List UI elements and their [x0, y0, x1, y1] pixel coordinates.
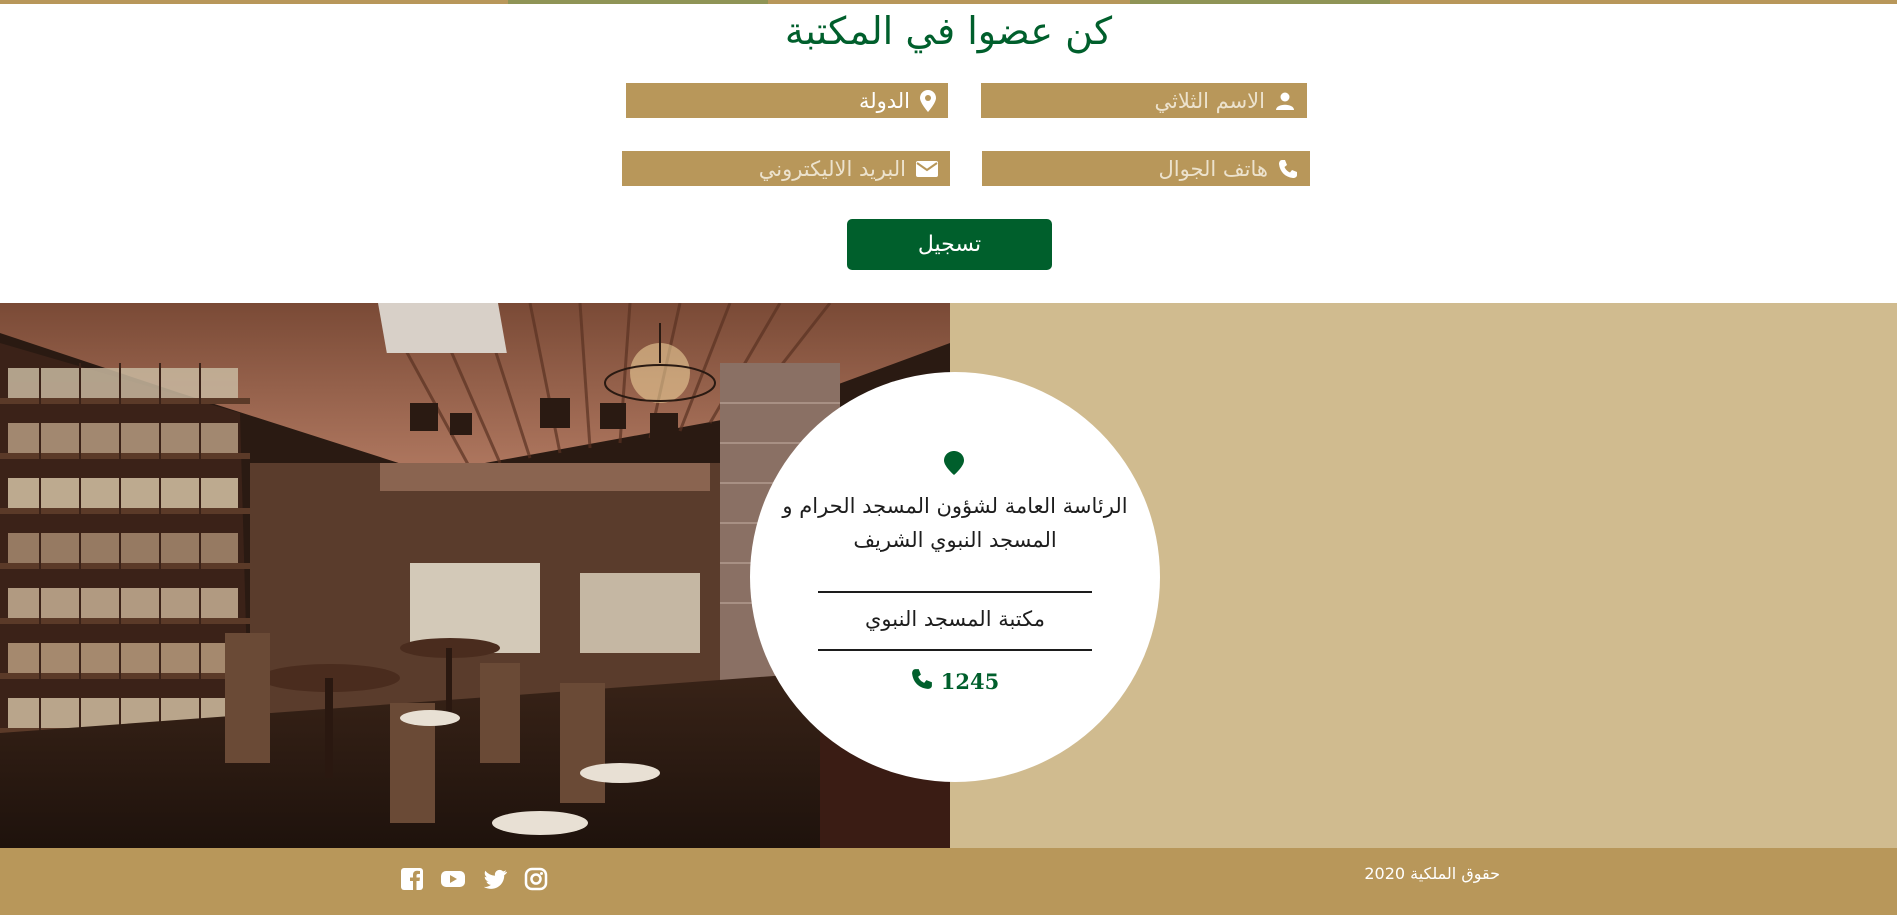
youtube-icon[interactable]	[440, 867, 466, 891]
country-placeholder: الدولة	[858, 88, 910, 113]
divider	[818, 591, 1092, 593]
full-name-placeholder: الاسم الثلاثي	[1154, 88, 1265, 113]
mobile-phone-field[interactable]: هاتف الجوال	[982, 151, 1310, 186]
mobile-phone-placeholder: هاتف الجوال	[1158, 156, 1268, 181]
form-title: كن عضوا في المكتبة	[784, 9, 1113, 53]
phone-icon	[1278, 159, 1298, 179]
full-name-field[interactable]: الاسم الثلاثي	[981, 83, 1307, 118]
register-button[interactable]: تسجيل	[847, 219, 1052, 270]
location-pin-icon	[944, 451, 964, 479]
country-field[interactable]: الدولة	[626, 83, 948, 118]
phone-icon	[911, 668, 933, 695]
top-accent-bar	[0, 0, 1897, 4]
accent-segment	[1130, 0, 1390, 4]
footer	[0, 848, 1897, 915]
instagram-icon[interactable]	[524, 867, 548, 891]
accent-segment	[508, 0, 768, 4]
email-field[interactable]: البريد الاليكتروني	[622, 151, 950, 186]
copyright-text: حقوق الملكية 2020	[1364, 864, 1500, 883]
email-placeholder: البريد الاليكتروني	[758, 156, 906, 181]
facebook-icon[interactable]	[400, 867, 424, 891]
contact-phone[interactable]: 1245	[770, 668, 1140, 695]
contact-info-circle	[750, 372, 1160, 782]
map-marker-icon	[920, 89, 936, 112]
address-text: الرئاسة العامة لشؤون المسجد الحرام و الم…	[782, 494, 1128, 552]
phone-number: 1245	[940, 669, 1000, 694]
envelope-icon	[916, 160, 938, 177]
twitter-icon[interactable]	[483, 867, 508, 891]
library-name: مكتبة المسجد النبوي	[864, 607, 1045, 631]
divider	[818, 649, 1092, 651]
user-icon	[1275, 91, 1295, 111]
